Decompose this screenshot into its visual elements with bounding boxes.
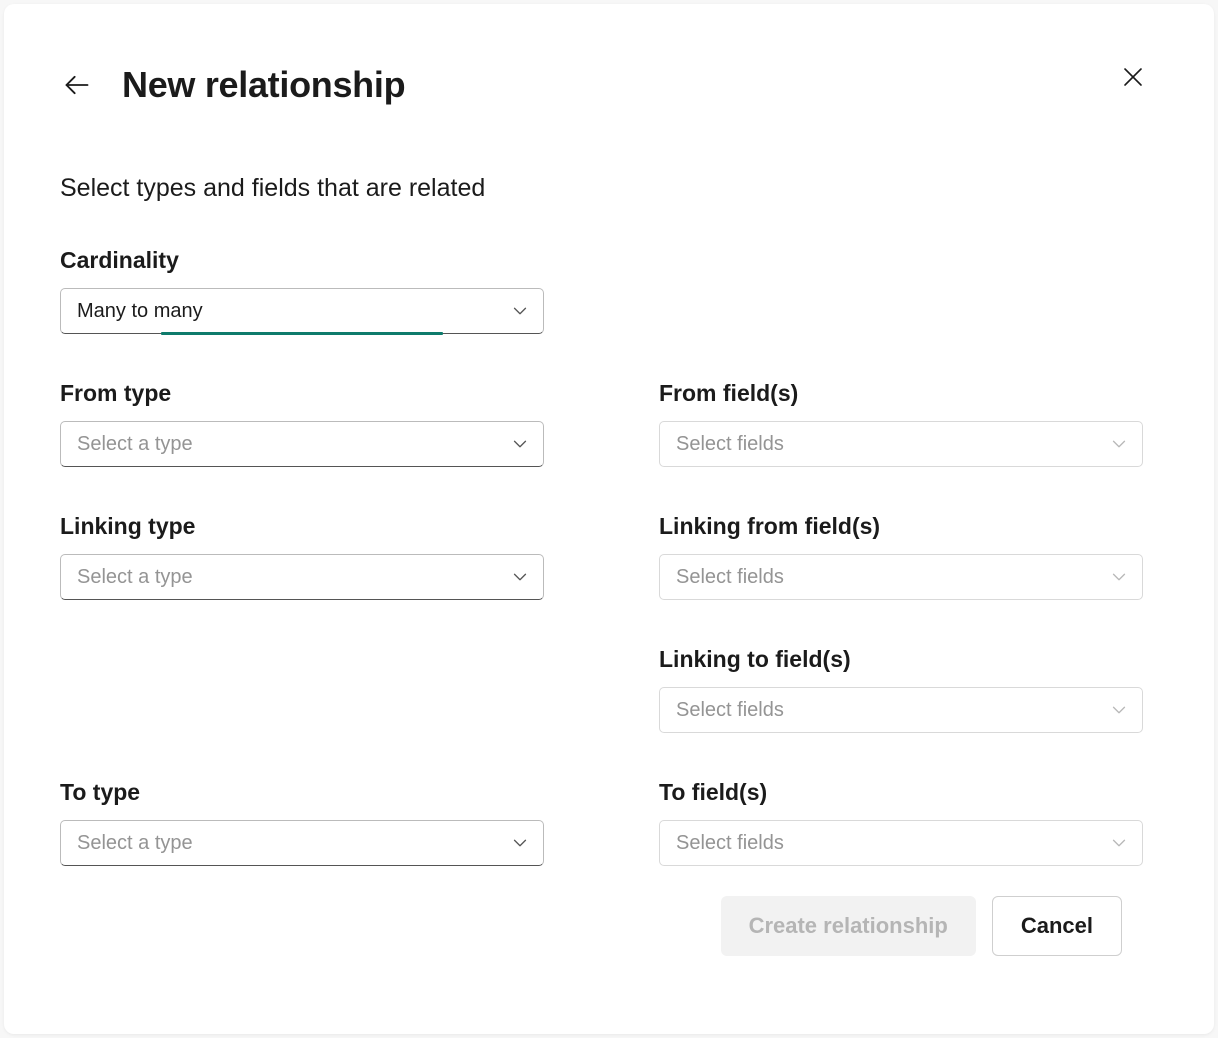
linking-from-fields-placeholder: Select fields bbox=[676, 566, 784, 589]
cardinality-field: Cardinality Many to many bbox=[60, 247, 559, 334]
cardinality-value: Many to many bbox=[77, 300, 203, 323]
chevron-down-icon bbox=[1108, 699, 1130, 721]
cardinality-label: Cardinality bbox=[60, 247, 559, 274]
linking-to-fields-field: Linking to field(s) Select fields bbox=[659, 646, 1158, 733]
back-button[interactable] bbox=[60, 68, 94, 102]
form-grid: Cardinality Many to many From type Selec… bbox=[60, 247, 1158, 912]
linking-type-select[interactable]: Select a type bbox=[60, 554, 544, 600]
spacer bbox=[60, 646, 559, 647]
linking-from-fields-select[interactable]: Select fields bbox=[659, 554, 1143, 600]
linking-type-field: Linking type Select a type bbox=[60, 513, 559, 600]
from-fields-select[interactable]: Select fields bbox=[659, 421, 1143, 467]
from-fields-placeholder: Select fields bbox=[676, 433, 784, 456]
from-type-field: From type Select a type bbox=[60, 380, 559, 467]
cardinality-select[interactable]: Many to many bbox=[60, 288, 544, 334]
to-fields-select[interactable]: Select fields bbox=[659, 820, 1143, 866]
linking-from-fields-field: Linking from field(s) Select fields bbox=[659, 513, 1158, 600]
linking-to-fields-label: Linking to field(s) bbox=[659, 646, 1158, 673]
close-button[interactable] bbox=[1116, 60, 1150, 94]
linking-type-label: Linking type bbox=[60, 513, 559, 540]
to-fields-field: To field(s) Select fields bbox=[659, 779, 1158, 866]
from-fields-field: From field(s) Select fields bbox=[659, 380, 1158, 467]
page-title: New relationship bbox=[122, 64, 405, 106]
header: New relationship bbox=[60, 64, 1158, 106]
cardinality-underline-accent bbox=[161, 332, 443, 335]
chevron-down-icon bbox=[1108, 433, 1130, 455]
chevron-down-icon bbox=[509, 566, 531, 588]
close-icon bbox=[1121, 65, 1145, 89]
new-relationship-panel: New relationship Select types and fields… bbox=[4, 4, 1214, 1034]
to-type-select[interactable]: Select a type bbox=[60, 820, 544, 866]
chevron-down-icon bbox=[1108, 832, 1130, 854]
subtitle: Select types and fields that are related bbox=[60, 174, 1158, 203]
footer-actions: Create relationship Cancel bbox=[721, 896, 1122, 956]
from-type-label: From type bbox=[60, 380, 559, 407]
from-type-select[interactable]: Select a type bbox=[60, 421, 544, 467]
chevron-down-icon bbox=[509, 433, 531, 455]
linking-to-fields-placeholder: Select fields bbox=[676, 699, 784, 722]
chevron-down-icon bbox=[509, 832, 531, 854]
arrow-left-icon bbox=[63, 71, 91, 99]
chevron-down-icon bbox=[509, 300, 531, 322]
cancel-button[interactable]: Cancel bbox=[992, 896, 1122, 956]
to-fields-label: To field(s) bbox=[659, 779, 1158, 806]
create-relationship-button[interactable]: Create relationship bbox=[721, 896, 976, 956]
linking-type-placeholder: Select a type bbox=[77, 566, 193, 589]
to-fields-placeholder: Select fields bbox=[676, 832, 784, 855]
chevron-down-icon bbox=[1108, 566, 1130, 588]
to-type-label: To type bbox=[60, 779, 559, 806]
to-type-field: To type Select a type bbox=[60, 779, 559, 866]
from-type-placeholder: Select a type bbox=[77, 433, 193, 456]
to-type-placeholder: Select a type bbox=[77, 832, 193, 855]
linking-from-fields-label: Linking from field(s) bbox=[659, 513, 1158, 540]
spacer bbox=[659, 247, 1158, 248]
linking-to-fields-select[interactable]: Select fields bbox=[659, 687, 1143, 733]
from-fields-label: From field(s) bbox=[659, 380, 1158, 407]
